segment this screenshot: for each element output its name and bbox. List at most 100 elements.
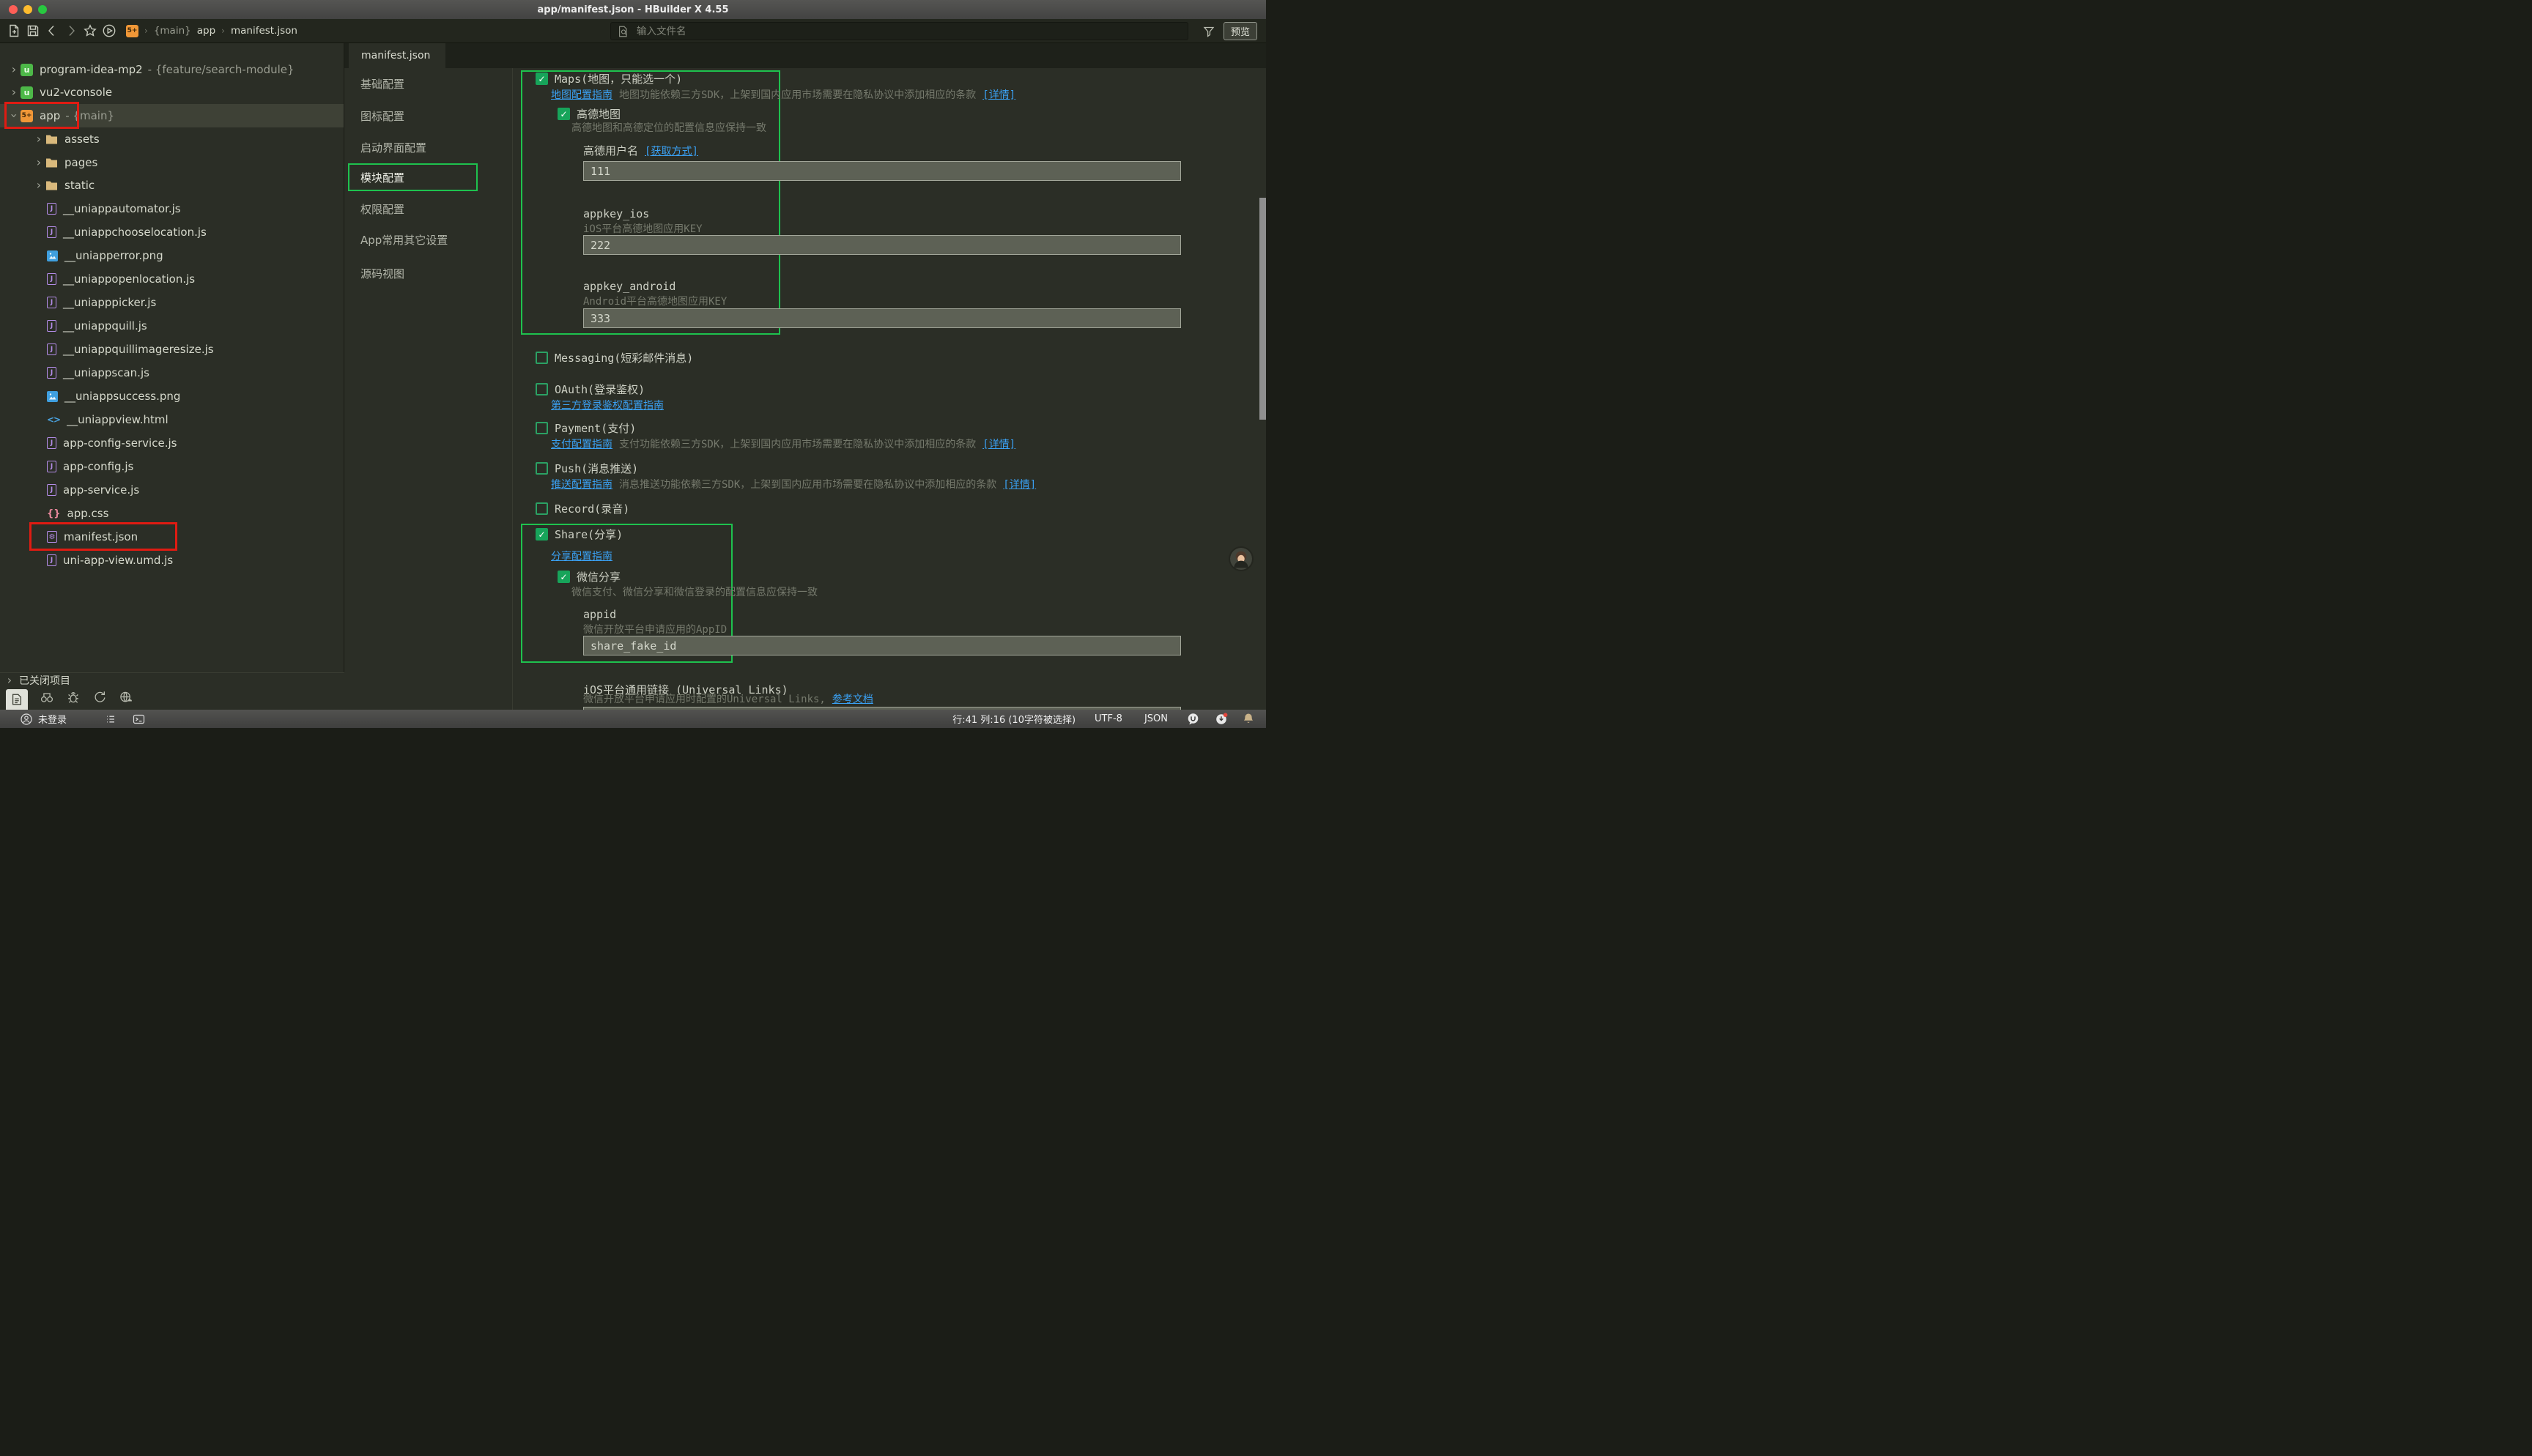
closed-projects-row[interactable]: › 已关闭项目 xyxy=(0,672,344,688)
chevron-right-icon[interactable]: › xyxy=(7,86,21,98)
tree-item-project[interactable]: › u vu2-vconsole xyxy=(0,81,344,104)
push-guide-link[interactable]: 推送配置指南 xyxy=(551,477,612,491)
amap-username-howto-link[interactable]: [获取方式] xyxy=(645,144,698,158)
push-checkbox[interactable] xyxy=(536,462,548,475)
js-file-icon: J xyxy=(47,437,56,449)
tree-item-file[interactable]: J uni-app-view.umd.js xyxy=(0,549,344,572)
notifications-button[interactable] xyxy=(1243,713,1254,725)
debug-panel-tab[interactable] xyxy=(66,690,81,707)
tree-item-label: __uniappquill.js xyxy=(63,319,147,333)
appkey-ios-input[interactable] xyxy=(583,235,1181,255)
share-checkbox[interactable]: ✓ xyxy=(536,528,548,541)
files-panel-tab[interactable] xyxy=(6,689,28,710)
tree-item-label: __uniappopenlocation.js xyxy=(63,272,195,286)
amap-title: 高德地图 xyxy=(577,106,621,122)
menu-item-permission-config[interactable]: 权限配置 xyxy=(360,201,404,217)
run-button[interactable] xyxy=(100,21,119,40)
navigate-back-button[interactable] xyxy=(42,21,62,40)
maps-detail-link[interactable]: [详情] xyxy=(982,87,1015,102)
tree-item-file[interactable]: __uniapperror.png xyxy=(0,244,344,267)
chevron-right-icon[interactable]: › xyxy=(32,179,45,191)
wechat-appid-input[interactable] xyxy=(583,636,1181,655)
encoding-selector[interactable]: UTF-8 xyxy=(1095,713,1122,724)
web-panel-tab[interactable] xyxy=(119,690,133,707)
menu-item-module-config[interactable]: 模块配置 xyxy=(360,169,404,185)
menu-item-basic-config[interactable]: 基础配置 xyxy=(360,75,404,92)
push-guide-row: 推送配置指南 消息推送功能依赖三方SDK，上架到国内应用市场需要在隐私协议中添加… xyxy=(551,477,1036,491)
oauth-guide-link[interactable]: 第三方登录鉴权配置指南 xyxy=(551,398,664,412)
uni-feedback-button[interactable] xyxy=(1187,713,1199,725)
filetype-selector[interactable]: JSON xyxy=(1144,713,1168,724)
tree-item-file[interactable]: J __uniappchooselocation.js xyxy=(0,220,344,244)
amap-checkbox[interactable]: ✓ xyxy=(558,108,570,120)
content-scrollbar[interactable] xyxy=(1259,198,1266,420)
menu-item-app-other-settings[interactable]: App常用其它设置 xyxy=(360,231,448,248)
payment-checkbox[interactable] xyxy=(536,422,548,434)
push-detail-link[interactable]: [详情] xyxy=(1003,477,1036,491)
breadcrumb-file[interactable]: manifest.json xyxy=(231,25,297,37)
chevron-right-icon[interactable]: › xyxy=(7,64,21,75)
chevron-right-icon[interactable]: › xyxy=(32,133,45,145)
record-checkbox[interactable] xyxy=(536,502,548,515)
user-avatar[interactable] xyxy=(1229,546,1254,571)
payment-detail-link[interactable]: [详情] xyxy=(982,437,1015,451)
tree-item-file[interactable]: J app-service.js xyxy=(0,478,344,502)
tree-item-file[interactable]: J __uniappautomator.js xyxy=(0,197,344,220)
tree-item-folder[interactable]: › assets xyxy=(0,127,344,151)
file-search-box[interactable] xyxy=(610,22,1188,40)
tree-item-file-manifest[interactable]: ⚙ manifest.json xyxy=(0,525,344,549)
js-file-icon: J xyxy=(47,367,56,379)
tree-item-file[interactable]: <> __uniappview.html xyxy=(0,408,344,431)
tree-item-file[interactable]: __uniappsuccess.png xyxy=(0,385,344,408)
push-title: Push(消息推送) xyxy=(555,461,638,476)
favorite-button[interactable] xyxy=(81,21,100,40)
tree-item-file[interactable]: J __uniapppicker.js xyxy=(0,291,344,314)
wechat-share-checkbox[interactable]: ✓ xyxy=(558,571,570,583)
tree-item-file[interactable]: J __uniappquill.js xyxy=(0,314,344,338)
universal-links-doc-link[interactable]: 参考文档 xyxy=(832,691,873,706)
wechat-appid-desc: 微信开放平台申请应用的AppID xyxy=(583,622,727,636)
new-file-button[interactable] xyxy=(4,21,23,40)
filter-button[interactable] xyxy=(1202,25,1215,38)
menu-item-splash-config[interactable]: 启动界面配置 xyxy=(360,139,426,155)
outline-button[interactable] xyxy=(105,713,116,725)
tree-item-file[interactable]: {} app.css xyxy=(0,502,344,525)
tree-item-file[interactable]: J app-config-service.js xyxy=(0,431,344,455)
sync-panel-tab[interactable] xyxy=(92,690,107,707)
chevron-down-icon[interactable]: › xyxy=(8,109,20,122)
breadcrumb-project[interactable]: app xyxy=(197,25,215,37)
tree-item-folder[interactable]: › pages xyxy=(0,151,344,174)
search-input[interactable] xyxy=(635,25,1182,37)
menu-item-source-view[interactable]: 源码视图 xyxy=(360,265,404,281)
tree-item-file[interactable]: J __uniappquillimageresize.js xyxy=(0,338,344,361)
maps-guide-link[interactable]: 地图配置指南 xyxy=(551,87,612,102)
user-account-button[interactable] xyxy=(21,713,32,725)
terminal-button[interactable] xyxy=(133,713,145,725)
save-button[interactable] xyxy=(23,21,42,40)
appkey-android-input[interactable] xyxy=(583,308,1181,328)
json-manifest-file-icon: ⚙ xyxy=(47,531,57,543)
tree-item-file[interactable]: J __uniappscan.js xyxy=(0,361,344,385)
tree-item-project-selected[interactable]: › 5+ app - {main} xyxy=(0,104,344,127)
tab-manifest-json[interactable]: manifest.json xyxy=(349,43,445,68)
tree-item-file[interactable]: J app-config.js xyxy=(0,455,344,478)
tree-item-file[interactable]: J __uniappopenlocation.js xyxy=(0,267,344,291)
js-file-icon: J xyxy=(47,484,56,496)
login-status-label[interactable]: 未登录 xyxy=(38,712,67,726)
tree-item-folder[interactable]: › static xyxy=(0,174,344,197)
tree-item-project[interactable]: › u program-idea-mp2 - {feature/search-m… xyxy=(0,58,344,81)
preview-button[interactable]: 预览 xyxy=(1224,22,1257,40)
navigate-forward-button[interactable] xyxy=(62,21,81,40)
oauth-checkbox[interactable] xyxy=(536,383,548,395)
update-available-button[interactable] xyxy=(1215,713,1228,725)
payment-guide-link[interactable]: 支付配置指南 xyxy=(551,437,612,451)
tree-item-label: manifest.json xyxy=(64,530,138,543)
amap-username-input[interactable] xyxy=(583,161,1181,181)
search-panel-tab[interactable] xyxy=(40,690,54,707)
chevron-right-icon[interactable]: › xyxy=(32,157,45,168)
menu-item-icon-config[interactable]: 图标配置 xyxy=(360,108,404,124)
appkey-ios-label: appkey_ios xyxy=(583,207,649,220)
maps-checkbox[interactable]: ✓ xyxy=(536,73,548,85)
share-guide-link[interactable]: 分享配置指南 xyxy=(551,549,612,563)
messaging-checkbox[interactable] xyxy=(536,352,548,364)
